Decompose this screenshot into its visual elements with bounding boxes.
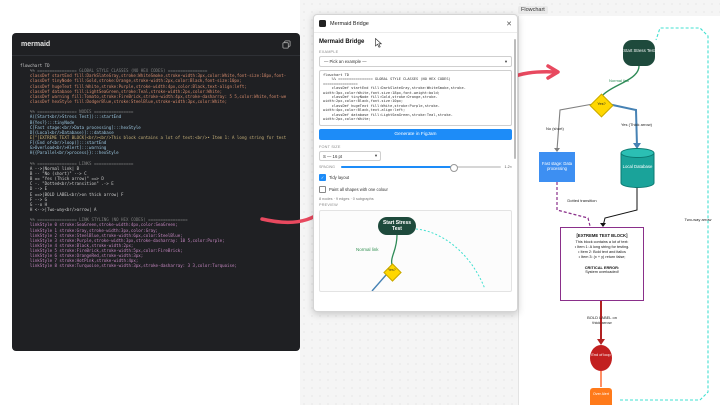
plugin-titlebar[interactable]: Mermaid Bridge ✕ [314, 15, 517, 33]
dotted-label: Dotted transition [567, 198, 597, 203]
one-colour-option[interactable]: Paint all shapes with one colour [319, 186, 512, 193]
end-node[interactable]: End of loop [590, 345, 612, 371]
hot-node[interactable]: Over Alert [590, 388, 612, 405]
normal-link-label: Normal link [609, 78, 630, 83]
close-icon[interactable]: ✕ [506, 20, 512, 28]
preview-pane[interactable]: Start Stress Test Normal link Yes? [319, 210, 512, 292]
mermaid-code-input[interactable]: flowchart TD %% ================ GLOBAL … [319, 70, 512, 126]
example-select[interactable]: — Pick an example — ▾ [319, 56, 512, 67]
extreme-text-block[interactable]: [EXTREME TEXT BLOCK] This block contains… [560, 227, 644, 301]
font-size-value: S — 16 pt [323, 153, 343, 159]
spacing-slider[interactable] [341, 163, 501, 172]
font-size-select[interactable]: S — 16 pt ▾ [319, 151, 381, 161]
preview-link-label: Normal link [356, 247, 379, 252]
overload-text: System overloaded! [585, 270, 619, 274]
plugin-app-icon [319, 20, 326, 27]
database-label: Local Database [622, 164, 653, 169]
two-way-label: Two-way arrow [684, 217, 712, 222]
decision-label: Yes? [597, 102, 606, 106]
spacing-slider-thumb[interactable] [449, 163, 458, 172]
example-label: EXAMPLE [319, 50, 339, 54]
mouse-cursor-icon [375, 38, 382, 48]
tidy-layout-option[interactable]: ✓ Tidy layout [319, 174, 512, 181]
graph-stats: 8 nodes · 9 edges · 0 subgraphs [319, 197, 374, 201]
code-header: mermaid [12, 33, 300, 56]
tidy-layout-checkbox[interactable]: ✓ [319, 174, 326, 181]
copy-icon[interactable] [282, 39, 291, 49]
spacing-slider-fill [341, 166, 453, 168]
chevron-down-icon: ▾ [504, 58, 507, 64]
no-short-label: No (short) [546, 126, 564, 131]
block-line: • Item 3: (x + y) return false; [578, 255, 626, 259]
bold-label: BOLD LABEL on thick arrow [587, 315, 617, 325]
one-colour-label: Paint all shapes with one colour [329, 187, 388, 192]
flowchart-frame[interactable] [518, 16, 720, 405]
chevron-down-icon: ▾ [374, 153, 377, 158]
plugin-window[interactable]: Mermaid Bridge ✕ Mermaid Bridge EXAMPLE … [313, 14, 518, 312]
example-select-value: — Pick an example — [324, 59, 367, 64]
block-body: This block contains a lot of text: • Item… [561, 238, 643, 262]
plugin-heading: Mermaid Bridge [319, 39, 365, 45]
yes-thick-label: Yes (Thick arrow) [621, 122, 652, 127]
preview-decision-label: Yes? [388, 268, 396, 272]
one-colour-checkbox[interactable] [319, 186, 326, 193]
plugin-title: Mermaid Bridge [330, 20, 369, 27]
code-line: linkStyle 8 stroke:Turquoise,stroke-widt… [20, 263, 237, 269]
plugin-scrollbar[interactable] [513, 39, 516, 159]
spacing-label: SPACING [319, 165, 335, 169]
database-node[interactable]: Local Database [620, 148, 655, 188]
preview-edges [371, 228, 486, 291]
code-title: mermaid [21, 40, 51, 48]
spacing-value: 1.2× [504, 165, 513, 169]
start-node[interactable]: Start Stress Test [623, 40, 655, 66]
fast-stage-node[interactable]: Fast stage: Data processing [539, 152, 575, 182]
code-body[interactable]: flowchart TD %% ================ GLOBAL … [12, 56, 300, 276]
font-size-label: FONT SIZE [319, 145, 341, 149]
frame-label[interactable]: Flowchart [518, 6, 548, 14]
preview-label: PREVIEW [319, 203, 338, 207]
generate-button[interactable]: Generate in FigJam [319, 129, 512, 140]
tidy-layout-label: Tidy layout [329, 175, 350, 180]
code-panel: mermaid flowchart TD %% ================… [12, 33, 300, 351]
